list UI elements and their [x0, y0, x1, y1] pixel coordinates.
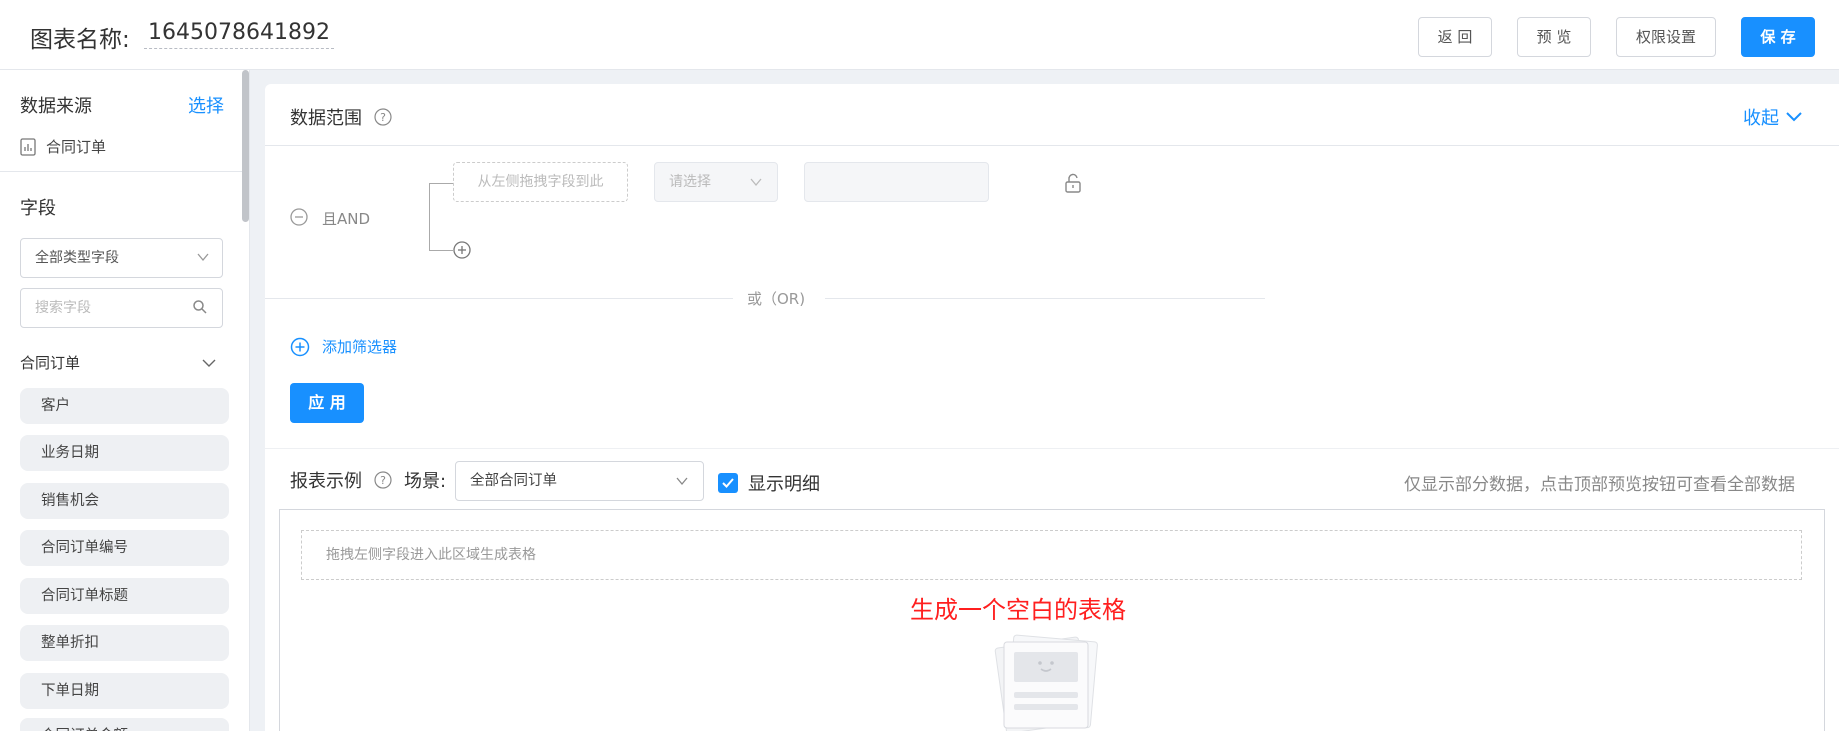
- chart-name-input[interactable]: 1645078641892: [144, 20, 334, 49]
- help-icon[interactable]: ?: [374, 108, 392, 126]
- or-divider: [265, 298, 733, 299]
- permissions-button[interactable]: 权限设置: [1616, 17, 1716, 57]
- condition-field-drop[interactable]: 从左侧拖拽字段到此: [453, 162, 628, 202]
- chevron-down-icon: [750, 178, 762, 187]
- field-item[interactable]: 合同订单编号: [20, 530, 229, 566]
- field-item[interactable]: 业务日期: [20, 435, 229, 471]
- field-item[interactable]: 客户: [20, 388, 229, 424]
- select-source-link[interactable]: 选择: [188, 92, 224, 118]
- save-button[interactable]: 保 存: [1741, 17, 1815, 57]
- back-button[interactable]: 返 回: [1418, 17, 1492, 57]
- help-icon[interactable]: ?: [374, 471, 392, 489]
- top-header: 图表名称: 1645078641892 返 回 预 览 权限设置 保 存: [0, 0, 1839, 70]
- chart-name-label: 图表名称:: [30, 27, 130, 53]
- show-detail-label: 显示明细: [748, 474, 820, 495]
- operator-placeholder: 请选择: [669, 174, 711, 190]
- field-item[interactable]: 下单日期: [20, 673, 229, 709]
- empty-table-note: 生成一个空白的表格: [910, 596, 1126, 624]
- condition-operator-select[interactable]: 请选择: [654, 162, 778, 202]
- main-panel: 数据范围 ? 收起 且AND 从左侧拖拽字段到此 请选择 或（OR) 添加筛选器…: [265, 84, 1839, 731]
- field-item[interactable]: 合同订单标题: [20, 578, 229, 614]
- data-range-title: 数据范围: [290, 108, 362, 129]
- scene-label: 场景:: [404, 471, 447, 492]
- svg-text:?: ?: [380, 474, 386, 487]
- table-preview-area: 拖拽左侧字段进入此区域生成表格 生成一个空白的表格: [279, 509, 1825, 731]
- show-detail-toggle[interactable]: 显示明细: [718, 470, 820, 496]
- search-icon[interactable]: [192, 299, 208, 315]
- add-circle-icon: [290, 337, 310, 356]
- report-icon: [20, 137, 36, 156]
- unlock-icon[interactable]: [1064, 173, 1082, 193]
- range-divider: [265, 145, 1839, 146]
- sidebar-divider: [0, 171, 242, 172]
- field-item[interactable]: 整单折扣: [20, 625, 229, 661]
- or-divider: [825, 298, 1265, 299]
- chevron-down-icon: [202, 359, 216, 367]
- add-filter-button[interactable]: 添加筛选器: [290, 336, 397, 357]
- svg-text:?: ?: [380, 111, 386, 124]
- collapse-label: 收起: [1743, 108, 1779, 129]
- tree-connector: [429, 183, 430, 251]
- report-toolbar: 报表示例 ? 场景:: [290, 467, 446, 493]
- field-type-dropdown[interactable]: 全部类型字段: [20, 238, 223, 278]
- or-label: 或（OR): [747, 290, 806, 308]
- add-condition-icon[interactable]: [453, 241, 471, 259]
- section-divider: [265, 448, 1839, 449]
- preview-hint: 仅显示部分数据，点击顶部预览按钮可查看全部数据: [1404, 475, 1795, 495]
- data-range-header: 数据范围 ?: [290, 104, 392, 130]
- field-sidebar: 数据来源 选择 合同订单 字段 全部类型字段 合同订单 客户 业务日期 销售机会…: [0, 70, 250, 731]
- field-item[interactable]: 合同订单金额: [20, 718, 229, 731]
- and-label: 且AND: [322, 210, 371, 228]
- field-group-header[interactable]: 合同订单: [20, 352, 225, 373]
- chevron-down-icon: [1786, 112, 1802, 122]
- apply-button[interactable]: 应 用: [290, 383, 364, 423]
- data-source-title: 数据来源: [20, 96, 92, 117]
- source-item[interactable]: 合同订单: [20, 136, 106, 157]
- condition-value-input[interactable]: [804, 162, 989, 202]
- preview-button[interactable]: 预 览: [1517, 17, 1591, 57]
- field-item[interactable]: 销售机会: [20, 483, 229, 519]
- collapse-link[interactable]: 收起: [1743, 104, 1803, 130]
- chevron-down-icon: [676, 477, 688, 486]
- sidebar-scrollbar[interactable]: [242, 70, 249, 222]
- table-drop-zone[interactable]: 拖拽左侧字段进入此区域生成表格: [301, 530, 1802, 580]
- empty-document-icon: [994, 634, 1098, 731]
- remove-group-icon[interactable]: [290, 208, 308, 226]
- scene-value: 全部合同订单: [470, 473, 557, 489]
- source-name: 合同订单: [46, 138, 107, 156]
- fields-title: 字段: [20, 198, 56, 219]
- field-group-name: 合同订单: [20, 354, 81, 372]
- check-icon: [722, 478, 734, 488]
- field-type-value: 全部类型字段: [35, 250, 119, 266]
- report-title: 报表示例: [290, 471, 362, 492]
- tree-connector: [429, 250, 453, 251]
- add-filter-label: 添加筛选器: [322, 338, 398, 356]
- scene-select[interactable]: 全部合同订单: [455, 461, 704, 501]
- checkbox[interactable]: [718, 473, 738, 493]
- tree-connector: [429, 183, 453, 184]
- chevron-down-icon: [197, 253, 209, 262]
